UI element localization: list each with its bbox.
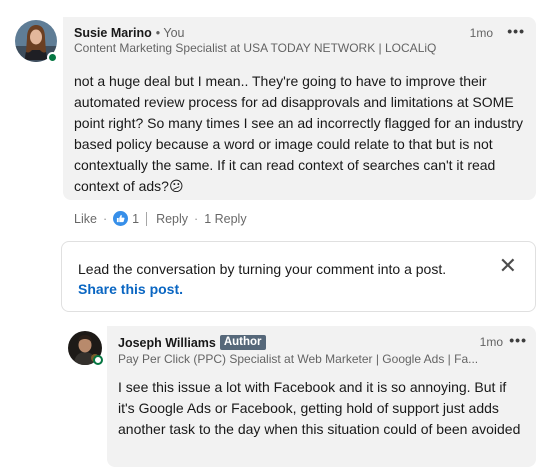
comment-author-name[interactable]: Susie Marino (74, 26, 152, 40)
reaction-count[interactable]: 1 (132, 212, 139, 226)
like-button[interactable]: Like (74, 212, 97, 226)
share-this-post-link[interactable]: Share this post. (78, 279, 446, 299)
comment-more-options-icon[interactable]: ••• (507, 23, 525, 39)
reply-author-name[interactable]: Joseph Williams (118, 336, 216, 350)
you-label: • You (155, 26, 185, 40)
author-badge: Author (219, 335, 266, 350)
reply-timestamp: 1mo (479, 335, 503, 349)
comment-text: not a huge deal but I mean.. They're goi… (74, 73, 524, 194)
reply-button[interactable]: Reply (156, 212, 188, 226)
close-icon[interactable]: ✕ (499, 253, 517, 279)
comment-bubble: Susie Marino • You Content Marketing Spe… (63, 17, 536, 200)
separator-dot: · (194, 211, 199, 226)
comment-text-container: not a huge deal but I mean.. They're goi… (74, 71, 526, 197)
reply-text: I see this issue a lot with Facebook and… (118, 379, 521, 437)
reply-count-link[interactable]: 1 Reply (204, 212, 246, 226)
reply-author-block: Joseph Williams Author Pay Per Click (PP… (118, 335, 478, 366)
reply-bubble: Joseph Williams Author Pay Per Click (PP… (107, 326, 536, 467)
comment-author-block: Susie Marino • You Content Marketing Spe… (74, 26, 436, 55)
comment-actions-bar: Like · 1 Reply · 1 Reply (74, 211, 247, 226)
separator-dot: · (102, 211, 108, 226)
like-reaction-icon[interactable] (113, 211, 129, 226)
share-prompt-text: Lead the conversation by turning your co… (78, 261, 447, 277)
comment-author-headline: Content Marketing Specialist at USA TODA… (74, 41, 437, 55)
share-prompt-text-block: Lead the conversation by turning your co… (78, 259, 446, 299)
online-status-indicator (93, 355, 103, 365)
share-comment-prompt: Lead the conversation by turning your co… (61, 241, 536, 312)
reply-more-options-icon[interactable]: ••• (509, 332, 527, 348)
reply-author-headline: Pay Per Click (PPC) Specialist at Web Ma… (118, 352, 478, 366)
online-status-indicator (47, 52, 58, 63)
comment-timestamp: 1mo (469, 26, 493, 40)
actions-divider (146, 211, 148, 226)
confused-face-emoji: 😕 (168, 178, 184, 194)
